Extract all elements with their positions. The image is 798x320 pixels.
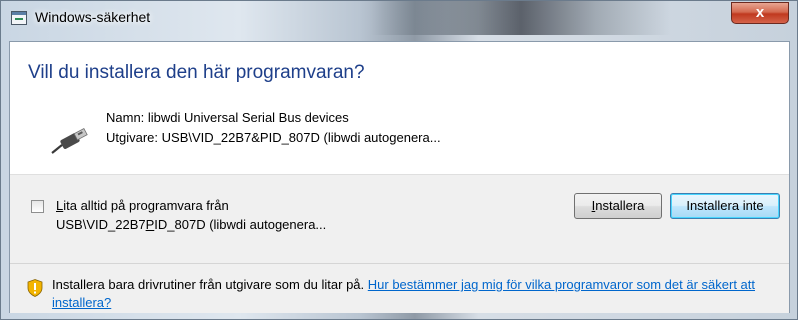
always-trust-source-prefix: USB\VID_22B7 — [56, 217, 146, 232]
always-trust-label[interactable]: Lita alltid på programvara från — [56, 198, 229, 213]
dialog-header-area: Vill du installera den här programvaran?… — [10, 42, 789, 174]
always-trust-source[interactable]: USB\VID_22B7PID_807D (libwdi autogenera.… — [56, 217, 326, 232]
security-dialog-window: Windows-säkerhet x Vill du installera de… — [0, 0, 798, 320]
shield-warning-icon — [27, 279, 43, 297]
software-publisher: Utgivare: USB\VID_22B7&PID_807D (libwdi … — [106, 130, 441, 145]
divider — [10, 263, 789, 264]
always-trust-label-text: ita alltid på programvara från — [63, 198, 229, 213]
install-button[interactable]: Installera — [574, 193, 662, 219]
title-bar-glass — [371, 1, 671, 35]
dialog-action-area: Lita alltid på programvara från USB\VID_… — [10, 174, 789, 313]
install-button-label: nstallera — [595, 198, 645, 213]
always-trust-checkbox[interactable] — [31, 200, 44, 213]
title-bar[interactable]: Windows-säkerhet x — [1, 1, 797, 35]
main-question: Vill du installera den här programvaran? — [28, 62, 365, 83]
warning-message: Installera bara drivrutiner från utgivar… — [52, 276, 782, 312]
always-trust-source-accesskey: P — [145, 217, 155, 232]
usb-cable-icon — [51, 127, 88, 154]
dialog-body: Vill du installera den här programvaran?… — [9, 41, 790, 313]
always-trust-source-rest: ID_807D (libwdi autogenera... — [154, 217, 327, 232]
software-name: Namn: libwdi Universal Serial Bus device… — [106, 110, 349, 125]
security-dialog-icon — [11, 11, 27, 25]
close-button[interactable]: x — [731, 2, 789, 24]
window-title: Windows-säkerhet — [35, 9, 151, 25]
warning-text: Installera bara drivrutiner från utgivar… — [52, 277, 368, 292]
dont-install-button[interactable]: Installera inte — [670, 193, 780, 219]
